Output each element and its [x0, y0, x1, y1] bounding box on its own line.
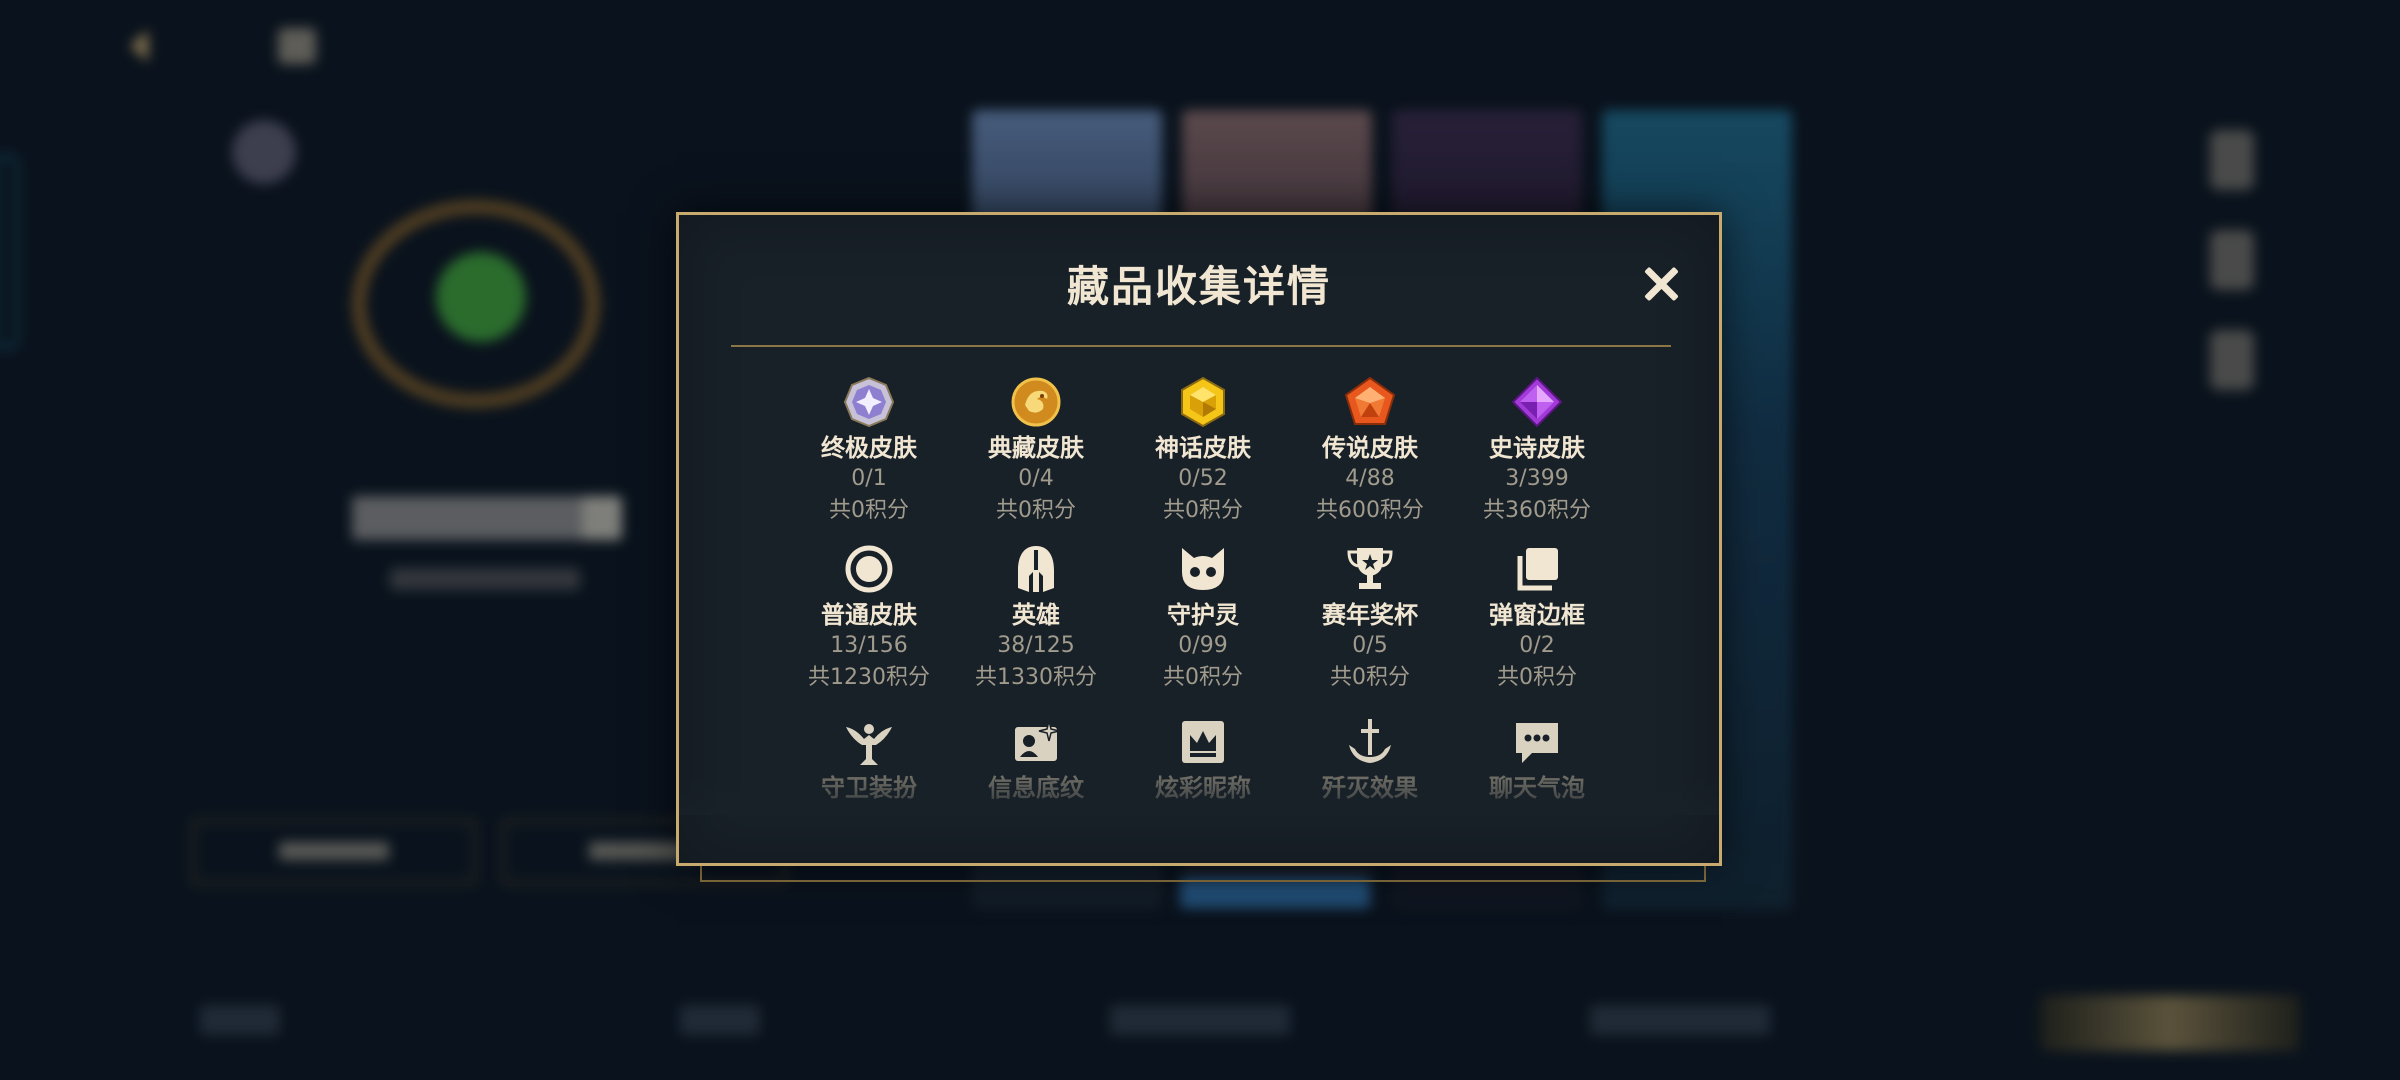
ultimate-gem-icon	[842, 375, 896, 429]
category-ward-skin[interactable]: 守卫装扮	[789, 715, 949, 803]
trophy-icon	[1343, 542, 1397, 596]
stacked-frames-icon	[1510, 542, 1564, 596]
category-count: 0/52	[1178, 466, 1228, 491]
category-epic-skin[interactable]: 史诗皮肤 3/399 共360积分	[1457, 375, 1617, 527]
category-count: 0/2	[1519, 633, 1555, 658]
orange-pentagon-gem-icon	[1343, 375, 1397, 429]
category-points: 共1230积分	[808, 665, 930, 690]
creature-face-icon	[1176, 542, 1230, 596]
category-label: 炫彩昵称	[1155, 774, 1251, 802]
category-points: 共600积分	[1316, 498, 1424, 523]
category-label: 弹窗边框	[1489, 601, 1585, 629]
category-count: 38/125	[997, 633, 1075, 658]
dialog-title: 藏品收集详情	[1066, 262, 1331, 311]
sword-anchor-icon	[1343, 715, 1397, 769]
category-fancy-nickname[interactable]: 炫彩昵称	[1123, 715, 1283, 803]
category-count: 3/399	[1505, 466, 1569, 491]
category-label: 终极皮肤	[821, 434, 917, 462]
category-points: 共0积分	[829, 498, 909, 523]
category-label: 典藏皮肤	[988, 434, 1084, 462]
category-count: 0/1	[851, 466, 887, 491]
category-label: 守卫装扮	[821, 774, 917, 802]
category-points: 共0积分	[1163, 665, 1243, 690]
category-info-background[interactable]: 信息底纹	[956, 715, 1116, 803]
category-count: 0/4	[1018, 466, 1054, 491]
dragon-coin-icon	[1009, 375, 1063, 429]
category-popup-frame[interactable]: 弹窗边框 0/2 共0积分	[1457, 542, 1617, 694]
category-label: 信息底纹	[988, 774, 1084, 802]
category-label: 传说皮肤	[1322, 434, 1418, 462]
crown-frame-icon	[1176, 715, 1230, 769]
category-label: 赛年奖杯	[1322, 601, 1418, 629]
chat-bubble-icon	[1510, 715, 1564, 769]
category-label: 聊天气泡	[1489, 774, 1585, 802]
category-hero[interactable]: 英雄 38/125 共1330积分	[956, 542, 1116, 694]
category-points: 共0积分	[1330, 665, 1410, 690]
category-mythic-skin[interactable]: 神话皮肤 0/52 共0积分	[1123, 375, 1283, 527]
category-season-trophy[interactable]: 赛年奖杯 0/5 共0积分	[1290, 542, 1450, 694]
category-legendary-skin[interactable]: 传说皮肤 4/88 共600积分	[1290, 375, 1450, 527]
category-label: 英雄	[1012, 601, 1060, 629]
divider	[731, 345, 1671, 347]
category-label: 歼灭效果	[1322, 774, 1418, 802]
category-count: 0/99	[1178, 633, 1228, 658]
helmet-icon	[1009, 542, 1063, 596]
category-label: 神话皮肤	[1155, 434, 1251, 462]
info-card-icon	[1009, 715, 1063, 769]
category-collector-skin[interactable]: 典藏皮肤 0/4 共0积分	[956, 375, 1116, 527]
category-points: 共0积分	[1163, 498, 1243, 523]
category-count: 0/5	[1352, 633, 1388, 658]
category-points: 共0积分	[1497, 665, 1577, 690]
purple-diamond-gem-icon	[1510, 375, 1564, 429]
category-points: 共1330积分	[975, 665, 1097, 690]
circle-icon	[842, 542, 896, 596]
category-ultimate-skin[interactable]: 终极皮肤 0/1 共0积分	[789, 375, 949, 527]
category-points: 共360积分	[1483, 498, 1591, 523]
category-label: 守护灵	[1167, 601, 1239, 629]
category-points: 共0积分	[996, 498, 1076, 523]
category-count: 4/88	[1345, 466, 1395, 491]
ward-totem-icon	[842, 715, 896, 769]
category-count: 13/156	[830, 633, 908, 658]
gold-hexagon-gem-icon	[1176, 375, 1230, 429]
category-kill-effect[interactable]: 歼灭效果	[1290, 715, 1450, 803]
category-normal-skin[interactable]: 普通皮肤 13/156 共1230积分	[789, 542, 949, 694]
category-label: 普通皮肤	[821, 601, 917, 629]
category-guardian[interactable]: 守护灵 0/99 共0积分	[1123, 542, 1283, 694]
collection-details-dialog: 藏品收集详情 终极皮肤 0/1 共0积分 典藏皮肤 0/4 共0积分 神话皮肤 …	[676, 212, 1722, 866]
category-label: 史诗皮肤	[1489, 434, 1585, 462]
category-chat-bubble[interactable]: 聊天气泡	[1457, 715, 1617, 803]
close-button[interactable]	[1636, 259, 1686, 309]
